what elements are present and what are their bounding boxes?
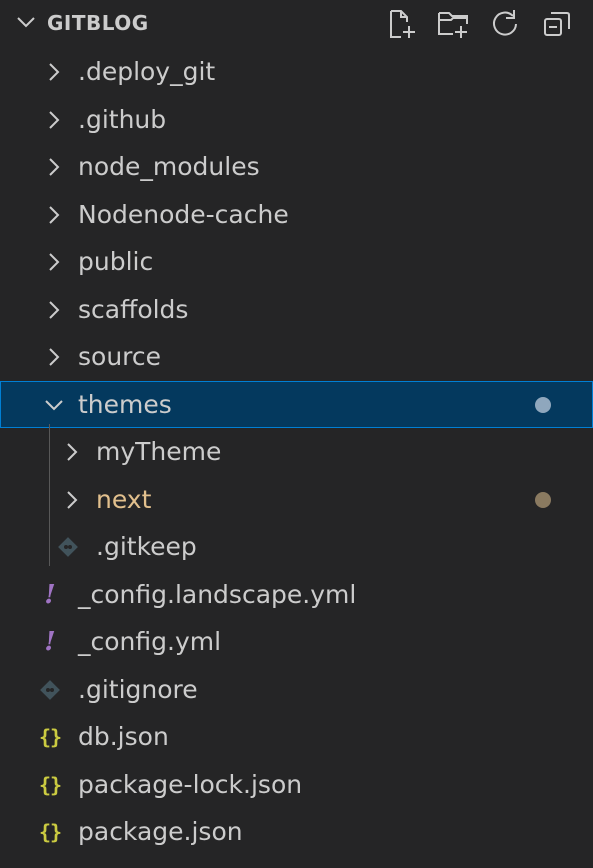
json-file-icon: {} <box>38 725 62 749</box>
chevron-right-icon[interactable] <box>60 440 84 464</box>
tree-item-label: _config.landscape.yml <box>78 579 357 609</box>
chevron-right-icon[interactable] <box>42 60 66 84</box>
indent-guide <box>49 424 50 566</box>
tree-item-label: myTheme <box>96 437 222 466</box>
chevron-right-icon[interactable] <box>42 203 66 227</box>
folder-item-source[interactable]: source <box>0 333 593 381</box>
tree-item-label: themes <box>78 389 172 419</box>
chevron-right-icon[interactable] <box>42 250 66 274</box>
chevron-down-icon[interactable] <box>42 393 66 417</box>
tree-item-label: package.json <box>78 817 243 846</box>
file-item-package-json[interactable]: {} package.json <box>0 808 593 856</box>
tree-item-label: scaffolds <box>78 294 189 324</box>
tree-item-label: .github <box>78 104 167 134</box>
tree-item-label: public <box>78 247 154 276</box>
file-item-db-json[interactable]: {} db.json <box>0 713 593 761</box>
tree-item-label: .gitignore <box>78 674 198 704</box>
chevron-down-icon[interactable] <box>14 10 38 34</box>
json-file-icon: {} <box>38 820 62 844</box>
file-item-config-landscape-yml[interactable]: ! _config.landscape.yml <box>0 571 593 619</box>
chevron-right-icon[interactable] <box>42 298 66 322</box>
tree-item-label: Nodenode-cache <box>78 199 289 229</box>
yaml-file-icon: ! <box>44 627 56 657</box>
new-file-icon[interactable] <box>383 6 419 42</box>
folder-item-mytheme[interactable]: myTheme <box>0 428 593 476</box>
tree-item-label: .gitkeep <box>96 532 197 561</box>
json-file-icon: {} <box>38 772 62 797</box>
explorer-panel: GITBLOG .deploy_git .github node_modules… <box>0 0 593 868</box>
yaml-file-icon: ! <box>44 579 56 610</box>
folder-item-github[interactable]: .github <box>0 96 593 144</box>
folder-item-public[interactable]: public <box>0 238 593 286</box>
folder-item-nodenode-cache[interactable]: Nodenode-cache <box>0 191 593 239</box>
git-file-icon <box>36 676 64 704</box>
folder-item-themes[interactable]: themes <box>0 380 593 428</box>
file-item-package-lock-json[interactable]: {} package-lock.json <box>0 761 593 809</box>
file-item-config-yml[interactable]: ! _config.yml <box>0 618 593 666</box>
new-folder-icon[interactable] <box>435 6 471 42</box>
file-item-gitignore[interactable]: .gitignore <box>0 666 593 714</box>
file-item-gitkeep[interactable]: .gitkeep <box>0 523 593 571</box>
refresh-icon[interactable] <box>487 6 523 42</box>
folder-item-scaffolds[interactable]: scaffolds <box>0 286 593 334</box>
tree-item-label: node_modules <box>78 152 260 181</box>
folder-item-next[interactable]: next <box>0 476 593 524</box>
tree-item-label: _config.yml <box>78 627 222 656</box>
folder-item-node-modules[interactable]: node_modules <box>0 143 593 191</box>
chevron-right-icon[interactable] <box>60 488 84 512</box>
tree-item-label: source <box>78 342 162 371</box>
git-file-icon <box>54 533 82 561</box>
chevron-right-icon[interactable] <box>42 108 66 132</box>
explorer-header[interactable]: GITBLOG <box>0 0 593 48</box>
modified-dot-icon <box>535 396 551 413</box>
tree-item-label: .deploy_git <box>78 57 216 86</box>
collapse-all-icon[interactable] <box>539 6 575 42</box>
tree-item-label: package-lock.json <box>78 769 303 799</box>
file-tree: .deploy_git .github node_modules Nodenode-c… <box>0 48 593 856</box>
workspace-title[interactable]: GITBLOG <box>47 10 149 36</box>
chevron-right-icon[interactable] <box>42 345 66 369</box>
explorer-actions <box>383 6 575 42</box>
tree-item-label: next <box>96 484 152 514</box>
folder-item-deploy-git[interactable]: .deploy_git <box>0 48 593 96</box>
modified-dot-icon <box>535 491 551 508</box>
chevron-right-icon[interactable] <box>42 155 66 179</box>
tree-item-label: db.json <box>78 722 169 751</box>
